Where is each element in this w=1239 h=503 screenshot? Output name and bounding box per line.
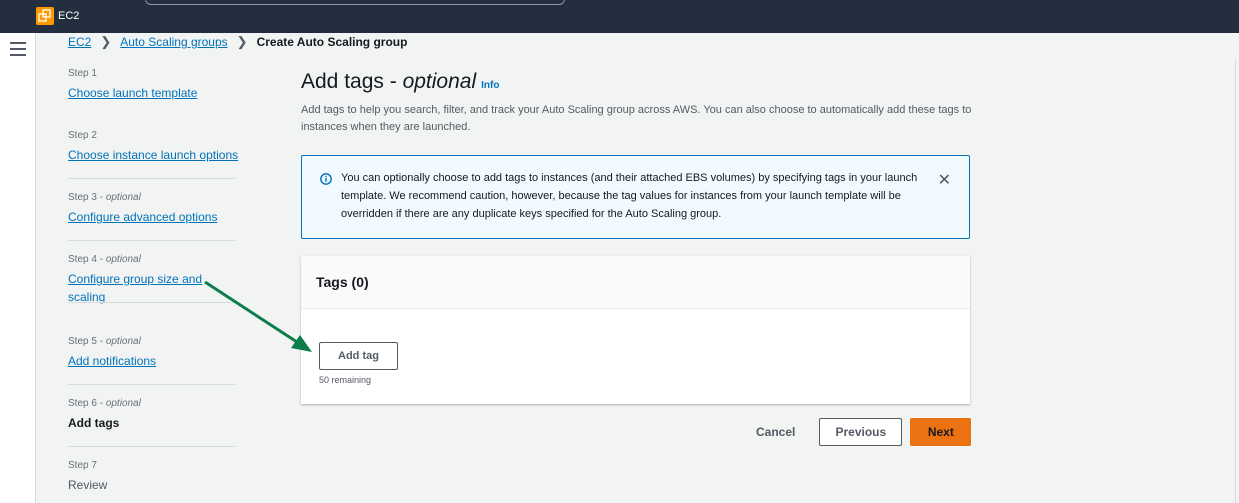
step-current: Add tags: [68, 416, 120, 430]
step-number: Step 2: [68, 130, 97, 141]
step-divider: [68, 446, 235, 447]
annotation-arrow: [204, 280, 312, 352]
side-navigation: [0, 33, 36, 503]
breadcrumb-auto-scaling-groups[interactable]: Auto Scaling groups: [120, 35, 227, 49]
step-divider: [68, 240, 235, 241]
step-link-add-notifications[interactable]: Add notifications: [68, 352, 156, 370]
step-number: Step 5 - optional: [68, 336, 141, 347]
tags-panel: Tags (0) Add tag 50 remaining: [301, 256, 970, 404]
info-alert: You can optionally choose to add tags to…: [301, 155, 970, 239]
divider: [1235, 60, 1236, 503]
menu-icon[interactable]: [10, 42, 26, 60]
step-review: Review: [68, 478, 108, 492]
info-link[interactable]: Info: [481, 80, 499, 91]
step-link-choose-launch-template[interactable]: Choose launch template: [68, 84, 197, 102]
breadcrumb: EC2 ❯ Auto Scaling groups ❯ Create Auto …: [68, 34, 407, 50]
step-divider: [68, 178, 235, 179]
step-divider: [68, 384, 235, 385]
next-button[interactable]: Next: [910, 418, 972, 446]
aws-services-icon[interactable]: [36, 7, 54, 25]
info-circle-icon: [320, 173, 332, 185]
chevron-right-icon: ❯: [100, 34, 112, 49]
page-title: Add tags - optional Info: [301, 70, 500, 93]
search-input[interactable]: [145, 0, 565, 5]
chevron-right-icon: ❯: [236, 34, 248, 49]
previous-button[interactable]: Previous: [819, 418, 903, 446]
step-number: Step 7: [68, 460, 97, 471]
page-description: Add tags to help you search, filter, and…: [301, 104, 972, 133]
step-number: Step 4 - optional: [68, 254, 141, 265]
add-tag-button[interactable]: Add tag: [319, 342, 398, 370]
step-number: Step 3 - optional: [68, 192, 141, 203]
step-link-choose-instance-launch-options[interactable]: Choose instance launch options: [68, 146, 238, 164]
step-number: Step 1: [68, 68, 97, 79]
service-name[interactable]: EC2: [58, 10, 79, 22]
tags-remaining: 50 remaining: [319, 375, 372, 385]
breadcrumb-current: Create Auto Scaling group: [256, 35, 408, 49]
close-icon[interactable]: ✕: [938, 170, 951, 190]
step-divider: [68, 302, 235, 303]
top-navigation-bar: EC2: [0, 0, 1239, 33]
step-link-configure-advanced-options[interactable]: Configure advanced options: [68, 208, 217, 226]
alert-text: You can optionally choose to add tags to…: [341, 172, 918, 220]
breadcrumb-ec2[interactable]: EC2: [68, 35, 91, 49]
wizard-actions: Cancel Previous Next: [740, 418, 972, 446]
tags-header: Tags (0): [301, 256, 970, 309]
cancel-button[interactable]: Cancel: [756, 425, 795, 439]
step-number: Step 6 - optional: [68, 398, 141, 409]
step-link-configure-group-size-and-scaling[interactable]: Configure group size and scaling: [68, 270, 203, 306]
